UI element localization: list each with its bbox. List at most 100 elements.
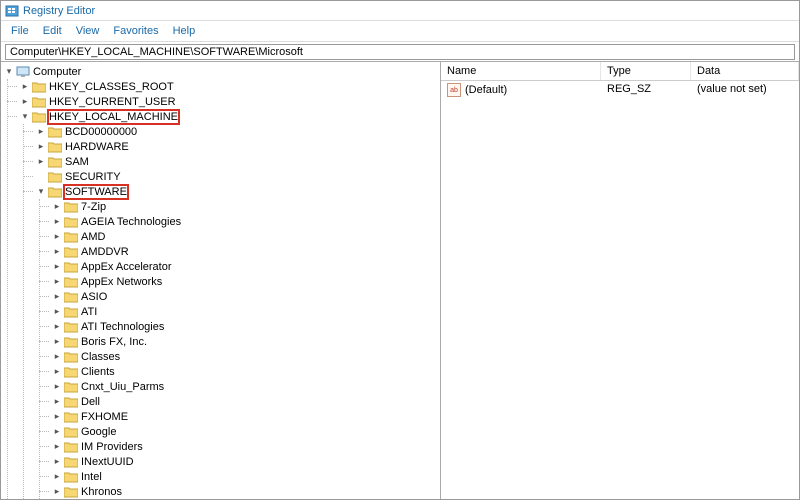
chevron-right-icon[interactable]: ▸ bbox=[51, 441, 63, 453]
value-name: (Default) bbox=[465, 84, 507, 96]
chevron-right-icon[interactable]: ▸ bbox=[51, 486, 63, 498]
col-header-name[interactable]: Name bbox=[441, 62, 601, 80]
tree-node-hkcu[interactable]: ▸ HKEY_CURRENT_USER bbox=[17, 94, 440, 109]
tree-label: AppEx Accelerator bbox=[81, 261, 172, 273]
chevron-right-icon[interactable]: ▸ bbox=[51, 366, 63, 378]
chevron-right-icon[interactable]: ▸ bbox=[51, 351, 63, 363]
tree-node-inextuuid[interactable]: ▸ INextUUID bbox=[49, 454, 440, 469]
tree-label: HKEY_CURRENT_USER bbox=[49, 96, 176, 108]
chevron-right-icon[interactable]: ▸ bbox=[51, 291, 63, 303]
chevron-right-icon[interactable]: ▸ bbox=[51, 321, 63, 333]
tree-label: INextUUID bbox=[81, 456, 134, 468]
tree-node-ati-technologies[interactable]: ▸ ATI Technologies bbox=[49, 319, 440, 334]
tree-node-bcd[interactable]: ▸BCD00000000 bbox=[33, 124, 440, 139]
tree-label: SECURITY bbox=[65, 171, 121, 183]
menu-edit[interactable]: Edit bbox=[37, 23, 68, 39]
folder-icon bbox=[64, 411, 78, 423]
chevron-right-icon[interactable]: ▸ bbox=[51, 216, 63, 228]
tree-node-appex-networks[interactable]: ▸ AppEx Networks bbox=[49, 274, 440, 289]
tree-node-hkcr[interactable]: ▸HKEY_CLASSES_ROOT bbox=[17, 79, 440, 94]
tree-label: Cnxt_Uiu_Parms bbox=[81, 381, 164, 393]
chevron-right-icon[interactable]: ▸ bbox=[51, 261, 63, 273]
tree-node-khronos[interactable]: ▸Khronos bbox=[49, 484, 440, 499]
list-pane: Name Type Data ab (Default) REG_SZ (valu… bbox=[441, 62, 799, 499]
tree-node-asio[interactable]: ▸ ASIO bbox=[49, 289, 440, 304]
folder-icon bbox=[64, 381, 78, 393]
chevron-right-icon[interactable]: ▸ bbox=[51, 411, 63, 423]
folder-icon bbox=[64, 261, 78, 273]
folder-icon bbox=[48, 141, 62, 153]
menu-help[interactable]: Help bbox=[167, 23, 202, 39]
folder-icon bbox=[48, 186, 62, 198]
chevron-right-icon[interactable]: ▸ bbox=[51, 471, 63, 483]
menu-file[interactable]: File bbox=[5, 23, 35, 39]
string-value-icon: ab bbox=[447, 83, 461, 97]
tree-node-boris-fx-inc-[interactable]: ▸Boris FX, Inc. bbox=[49, 334, 440, 349]
chevron-right-icon[interactable]: ▸ bbox=[51, 201, 63, 213]
folder-icon bbox=[32, 81, 46, 93]
tree-node-dell[interactable]: ▸Dell bbox=[49, 394, 440, 409]
tree-node-computer[interactable]: ▾ Computer bbox=[1, 64, 440, 79]
tree-label: HKEY_LOCAL_MACHINE bbox=[47, 109, 180, 125]
chevron-right-icon[interactable]: ▸ bbox=[51, 336, 63, 348]
tree-node-cnxt-uiu-parms[interactable]: ▸ Cnxt_Uiu_Parms bbox=[49, 379, 440, 394]
chevron-right-icon[interactable]: ▸ bbox=[51, 246, 63, 258]
tree-node-hardware[interactable]: ▸HARDWARE bbox=[33, 139, 440, 154]
tree-node-amd[interactable]: ▸AMD bbox=[49, 229, 440, 244]
folder-icon bbox=[64, 456, 78, 468]
tree-label: ASIO bbox=[81, 291, 107, 303]
folder-icon bbox=[64, 351, 78, 363]
tree-node-im-providers[interactable]: ▸IM Providers bbox=[49, 439, 440, 454]
address-input[interactable] bbox=[5, 44, 795, 60]
address-bar bbox=[1, 42, 799, 62]
folder-icon bbox=[32, 111, 46, 123]
col-header-data[interactable]: Data bbox=[691, 62, 799, 80]
tree-label: Classes bbox=[81, 351, 120, 363]
folder-icon bbox=[64, 306, 78, 318]
chevron-right-icon[interactable]: ▸ bbox=[35, 141, 47, 153]
tree-node-intel[interactable]: ▸Intel bbox=[49, 469, 440, 484]
tree-label: ATI Technologies bbox=[81, 321, 164, 333]
col-header-type[interactable]: Type bbox=[601, 62, 691, 80]
regedit-icon bbox=[5, 4, 19, 18]
chevron-right-icon[interactable]: ▸ bbox=[19, 96, 31, 108]
tree-label: SOFTWARE bbox=[63, 184, 129, 200]
tree-label: AppEx Networks bbox=[81, 276, 162, 288]
tree-node-appex-accelerator[interactable]: ▸ AppEx Accelerator bbox=[49, 259, 440, 274]
tree-node-ageia-technologies[interactable]: ▸AGEIA Technologies bbox=[49, 214, 440, 229]
chevron-right-icon[interactable]: ▸ bbox=[51, 456, 63, 468]
chevron-right-icon[interactable]: ▸ bbox=[35, 126, 47, 138]
chevron-right-icon[interactable]: ▸ bbox=[51, 231, 63, 243]
tree-node-sam[interactable]: ▸SAM bbox=[33, 154, 440, 169]
tree-node-7-zip[interactable]: ▸7-Zip bbox=[49, 199, 440, 214]
list-header: Name Type Data bbox=[441, 62, 799, 81]
tree-node-classes[interactable]: ▸ Classes bbox=[49, 349, 440, 364]
folder-icon bbox=[48, 126, 62, 138]
chevron-down-icon[interactable]: ▾ bbox=[3, 66, 15, 78]
chevron-right-icon[interactable]: ▸ bbox=[51, 306, 63, 318]
tree-node-fxhome[interactable]: ▸FXHOME bbox=[49, 409, 440, 424]
tree-node-amddvr[interactable]: ▸AMDDVR bbox=[49, 244, 440, 259]
folder-icon bbox=[64, 471, 78, 483]
chevron-right-icon[interactable]: ▸ bbox=[35, 156, 47, 168]
menu-view[interactable]: View bbox=[70, 23, 106, 39]
tree-node-hklm[interactable]: ▾ HKEY_LOCAL_MACHINE bbox=[17, 109, 440, 124]
tree-pane[interactable]: ▾ Computer ▸HKEY_CLASSES_ROOT ▸ HKEY_CURR… bbox=[1, 62, 441, 499]
chevron-right-icon[interactable]: ▸ bbox=[51, 426, 63, 438]
tree-node-ati[interactable]: ▸ATI bbox=[49, 304, 440, 319]
tree-node-clients[interactable]: ▸Clients bbox=[49, 364, 440, 379]
tree-node-security[interactable]: · SECURITY bbox=[33, 169, 440, 184]
menu-favorites[interactable]: Favorites bbox=[107, 23, 164, 39]
chevron-right-icon[interactable]: ▸ bbox=[51, 381, 63, 393]
chevron-right-icon[interactable]: ▸ bbox=[51, 276, 63, 288]
titlebar: Registry Editor bbox=[1, 1, 799, 21]
expander-empty: · bbox=[35, 171, 47, 183]
value-row[interactable]: ab (Default) REG_SZ (value not set) bbox=[441, 81, 799, 99]
chevron-down-icon[interactable]: ▾ bbox=[35, 186, 47, 198]
tree-label: Google bbox=[81, 426, 116, 438]
tree-node-google[interactable]: ▸ Google bbox=[49, 424, 440, 439]
tree-node-software[interactable]: ▾ SOFTWARE bbox=[33, 184, 440, 199]
chevron-right-icon[interactable]: ▸ bbox=[19, 81, 31, 93]
chevron-right-icon[interactable]: ▸ bbox=[51, 396, 63, 408]
chevron-down-icon[interactable]: ▾ bbox=[19, 111, 31, 123]
